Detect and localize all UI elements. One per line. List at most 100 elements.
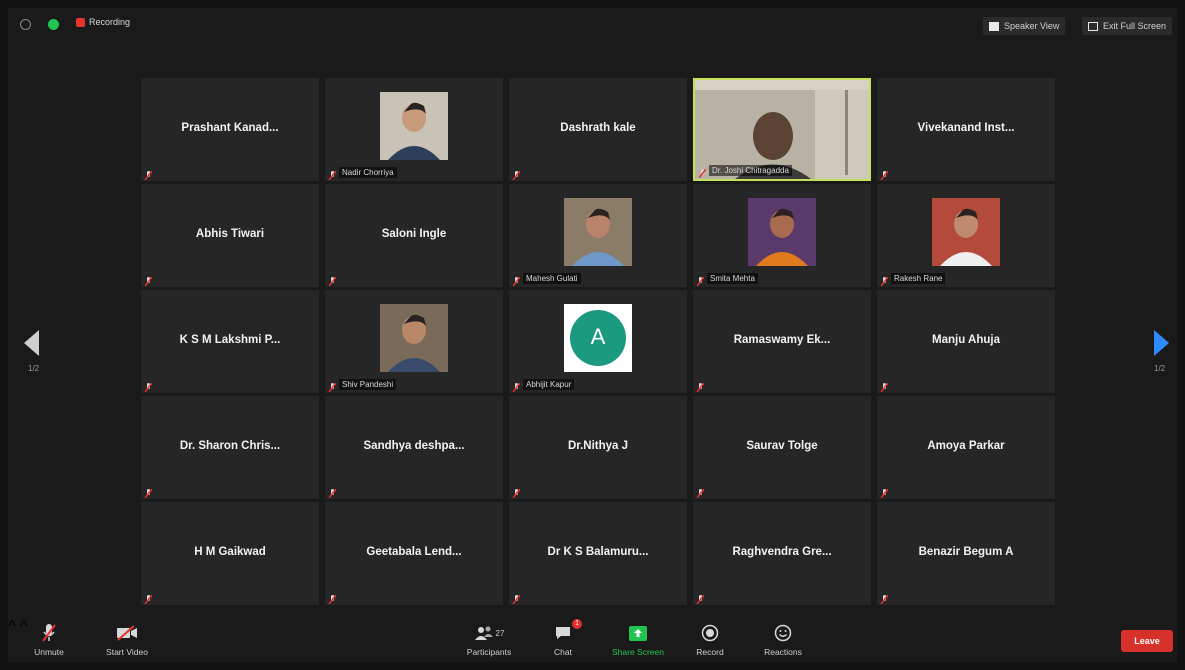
participant-tile[interactable]: Dashrath kale (509, 78, 687, 181)
participant-tile[interactable]: Raghvendra Gre... (693, 502, 871, 605)
microphone-muted-icon (696, 379, 705, 393)
participant-name: Dashrath kale (560, 122, 636, 134)
participant-tile[interactable]: Sandhya deshpa... (325, 396, 503, 499)
participant-name: Dr K S Balamuru... (547, 546, 649, 558)
next-page-button[interactable] (1154, 330, 1170, 361)
page-indicator-right: 1/2 (1154, 364, 1166, 373)
participant-tile[interactable]: Benazir Begum A (877, 502, 1055, 605)
participant-tile[interactable]: H M Gaikwad (141, 502, 319, 605)
participant-tile[interactable]: Vivekanand Inst... (877, 78, 1055, 181)
microphone-muted-icon (696, 485, 705, 499)
share-screen-button[interactable]: Share Screen (603, 622, 673, 657)
participant-name: Abhis Tiwari (195, 228, 265, 240)
participant-name: Dr.Nithya J (567, 440, 629, 452)
chevron-right-icon (1154, 330, 1169, 356)
meeting-window: Recording Speaker View Exit Full Screen … (8, 8, 1177, 662)
participant-tile[interactable]: K S M Lakshmi P... (141, 290, 319, 393)
participant-name: K S M Lakshmi P... (179, 334, 281, 346)
participants-button[interactable]: 27 Participants (454, 622, 524, 657)
participant-tile[interactable]: Dr. Joshi Chitragadda (693, 78, 871, 181)
participant-tile[interactable]: Smita Mehta (693, 184, 871, 287)
participant-tile[interactable]: Amoya Parkar (877, 396, 1055, 499)
recording-indicator[interactable]: Recording (76, 17, 130, 27)
microphone-muted-icon (880, 485, 889, 499)
participant-name: Vivekanand Inst... (917, 122, 1015, 134)
chat-button[interactable]: 1 Chat (528, 619, 598, 657)
participant-name-caption: Dr. Joshi Chitragadda (709, 165, 792, 176)
share-screen-icon (629, 625, 647, 641)
reactions-button[interactable]: Reactions (748, 622, 818, 657)
grid-view-icon (989, 21, 999, 31)
smiley-icon (774, 624, 792, 642)
recording-label: Recording (89, 17, 131, 27)
microphone-muted-icon (144, 591, 153, 605)
microphone-muted-icon (328, 379, 337, 393)
participants-label: Participants (466, 647, 512, 657)
participant-tile[interactable]: Shiv Pandeshi (325, 290, 503, 393)
speaker-view-button[interactable]: Speaker View (983, 17, 1066, 35)
microphone-muted-icon (328, 273, 337, 287)
participant-name: Dr. Sharon Chris... (179, 440, 281, 452)
microphone-muted-icon (512, 485, 521, 499)
exit-fullscreen-icon (1088, 21, 1098, 31)
exit-fullscreen-label: Exit Full Screen (1103, 21, 1167, 31)
participant-photo (932, 198, 1000, 266)
microphone-muted-icon (698, 165, 707, 179)
microphone-muted-icon (880, 591, 889, 605)
unmute-label: Unmute (34, 647, 64, 657)
start-video-button[interactable]: Start Video (92, 622, 162, 657)
participant-tile[interactable]: Saurav Tolge (693, 396, 871, 499)
participant-tile[interactable]: Nadir Chorriya (325, 78, 503, 181)
video-off-icon (117, 625, 137, 641)
participant-tile[interactable]: Dr K S Balamuru... (509, 502, 687, 605)
microphone-muted-icon (512, 273, 521, 287)
previous-page-button[interactable] (24, 330, 40, 361)
participant-name: H M Gaikwad (194, 546, 266, 558)
microphone-muted-icon (512, 167, 521, 181)
start-video-label: Start Video (106, 647, 148, 657)
participant-name: Benazir Begum A (918, 546, 1014, 558)
participants-count: 27 (495, 628, 505, 638)
participant-tile[interactable]: Saloni Ingle (325, 184, 503, 287)
participant-tile[interactable]: Manju Ahuja (877, 290, 1055, 393)
participant-name: Amoya Parkar (927, 440, 1005, 452)
record-button[interactable]: Record (675, 622, 745, 657)
participant-photo (564, 198, 632, 266)
chevron-left-icon (24, 330, 39, 356)
microphone-muted-icon (144, 273, 153, 287)
participant-tile[interactable]: Abhis Tiwari (141, 184, 319, 287)
participant-tile[interactable]: Mahesh Gulati (509, 184, 687, 287)
record-icon (76, 17, 85, 27)
microphone-muted-icon (328, 591, 337, 605)
microphone-muted-icon (696, 591, 705, 605)
participant-tile[interactable]: Dr.Nithya J (509, 396, 687, 499)
top-bar: Recording Speaker View Exit Full Screen (8, 8, 1177, 42)
participant-photo (748, 198, 816, 266)
info-icon[interactable] (20, 19, 31, 30)
meeting-toolbar: Unmute ^ Start Video ^ 27 Participants 1… (8, 618, 1177, 662)
participant-name: Saurav Tolge (746, 440, 818, 452)
leave-button[interactable]: Leave (1121, 630, 1173, 652)
exit-fullscreen-button[interactable]: Exit Full Screen (1082, 17, 1173, 35)
participant-tile[interactable]: A Abhijit Kapur (509, 290, 687, 393)
participant-name: Prashant Kanad... (181, 122, 279, 134)
record-label: Record (696, 647, 724, 657)
participant-tile[interactable]: Prashant Kanad... (141, 78, 319, 181)
unmute-button[interactable]: Unmute (14, 622, 84, 657)
participant-tile[interactable]: Geetabala Lend... (325, 502, 503, 605)
participant-name-caption: Abhijit Kapur (523, 379, 575, 390)
participants-icon (474, 626, 493, 640)
chat-unread-badge: 1 (572, 619, 582, 629)
participant-tile[interactable]: Rakesh Rane (877, 184, 1055, 287)
microphone-muted-icon (144, 485, 153, 499)
share-screen-label: Share Screen (612, 647, 664, 657)
participant-name: Saloni Ingle (381, 228, 447, 240)
participant-name: Geetabala Lend... (366, 546, 462, 558)
security-shield-icon[interactable] (48, 19, 59, 30)
chat-icon (556, 627, 570, 639)
microphone-muted-icon (512, 591, 521, 605)
participant-tile[interactable]: Dr. Sharon Chris... (141, 396, 319, 499)
participant-tile[interactable]: Ramaswamy Ek... (693, 290, 871, 393)
page-indicator-left: 1/2 (28, 364, 40, 373)
participant-name: Ramaswamy Ek... (733, 334, 831, 346)
